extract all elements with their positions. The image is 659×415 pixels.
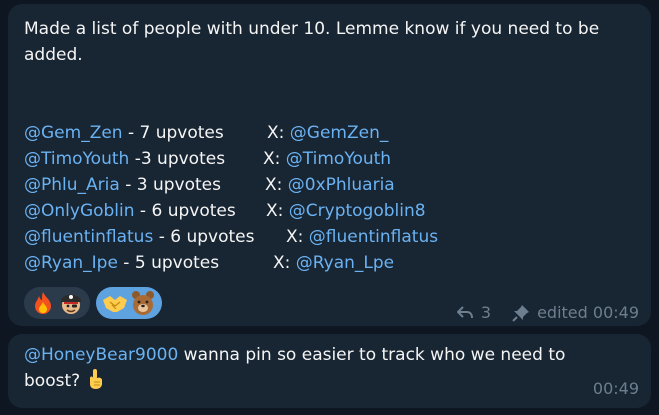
- chat-area: Made a list of people with under 10. Lem…: [0, 0, 659, 415]
- upvote-count: - 6 upvotes: [153, 227, 255, 247]
- handshake-emoji-icon: [102, 290, 128, 316]
- user-mention[interactable]: @TimoYouth: [24, 149, 129, 169]
- bear-emoji-icon: [130, 290, 156, 316]
- x-label: X:: [273, 253, 296, 273]
- user-mention[interactable]: @Gem_Zen: [24, 123, 123, 143]
- edited-timestamp: edited 00:49: [537, 303, 639, 322]
- x-label: X:: [265, 175, 288, 195]
- message-text: Made a list of people with under 10. Lem…: [24, 19, 600, 65]
- x-account: X: @0xPhluaria: [265, 172, 395, 198]
- user-mention[interactable]: @HoneyBear9000: [24, 345, 178, 365]
- reaction-handshake-bear[interactable]: [96, 287, 162, 319]
- fire-emoji-icon: [30, 290, 56, 316]
- timestamp: 00:49: [592, 379, 639, 398]
- upvote-count: - 3 upvotes: [119, 175, 221, 195]
- x-handle-mention[interactable]: @Ryan_Lpe: [296, 253, 394, 273]
- x-label: X:: [286, 227, 309, 247]
- message-bubble[interactable]: @HoneyBear9000 wanna pin so easier to tr…: [8, 334, 651, 408]
- upvote-count: - 6 upvotes: [134, 201, 236, 221]
- user-mention[interactable]: @OnlyGoblin: [24, 201, 135, 221]
- user-mention[interactable]: @fluentinflatus: [24, 227, 153, 247]
- reply-arrow-icon[interactable]: [455, 303, 475, 323]
- user-mention[interactable]: @Ryan_Ipe: [24, 253, 118, 273]
- list-item: @Gem_Zen - 7 upvotes X: @GemZen_: [24, 120, 635, 146]
- x-handle-mention[interactable]: @TimoYouth: [286, 149, 391, 169]
- list-item: @Phlu_Aria - 3 upvotes X: @0xPhluaria: [24, 172, 635, 198]
- reaction-fire-pirate[interactable]: [24, 287, 90, 319]
- x-handle-mention[interactable]: @Cryptogoblin8: [289, 201, 426, 221]
- x-account: X: @GemZen_: [267, 120, 388, 146]
- pin-icon: [511, 303, 531, 323]
- list-item: @Ryan_Ipe - 5 upvotes X: @Ryan_Lpe: [24, 250, 635, 276]
- upvote-count: - 7 upvotes: [122, 123, 224, 143]
- x-account: X: @TimoYouth: [263, 146, 391, 172]
- list-item: @OnlyGoblin - 6 upvotes X: @Cryptogoblin…: [24, 198, 635, 224]
- x-label: X:: [267, 123, 290, 143]
- user-mention[interactable]: @Phlu_Aria: [24, 175, 120, 195]
- reply-count[interactable]: 3: [481, 300, 491, 326]
- point-up-emoji-icon: [86, 368, 106, 390]
- x-account: X: @Cryptogoblin8: [266, 198, 426, 224]
- x-label: X:: [263, 149, 286, 169]
- upvote-count: - 5 upvotes: [117, 253, 220, 273]
- x-label: X:: [266, 201, 289, 221]
- list-item: @TimoYouth -3 upvotes X: @TimoYouth: [24, 146, 635, 172]
- reaction-bar: [24, 287, 162, 319]
- x-handle-mention[interactable]: @0xPhluaria: [288, 175, 395, 195]
- upvote-count: -3 upvotes: [129, 149, 226, 169]
- message-meta: 3 edited 00:49: [455, 300, 639, 326]
- list-item: @fluentinflatus - 6 upvotes X: @fluentin…: [24, 224, 635, 250]
- upvote-list: @Gem_Zen - 7 upvotes X: @GemZen_ @TimoYo…: [24, 120, 635, 276]
- x-handle-mention[interactable]: @GemZen_: [290, 123, 389, 143]
- x-handle-mention[interactable]: @fluentinflatus: [309, 227, 438, 247]
- message-text: @HoneyBear9000 wanna pin so easier to tr…: [24, 342, 609, 394]
- message-bubble[interactable]: Made a list of people with under 10. Lem…: [8, 4, 651, 326]
- x-account: X: @Ryan_Lpe: [273, 250, 394, 276]
- pirate-emoji-icon: [58, 290, 84, 316]
- x-account: X: @fluentinflatus: [286, 224, 438, 250]
